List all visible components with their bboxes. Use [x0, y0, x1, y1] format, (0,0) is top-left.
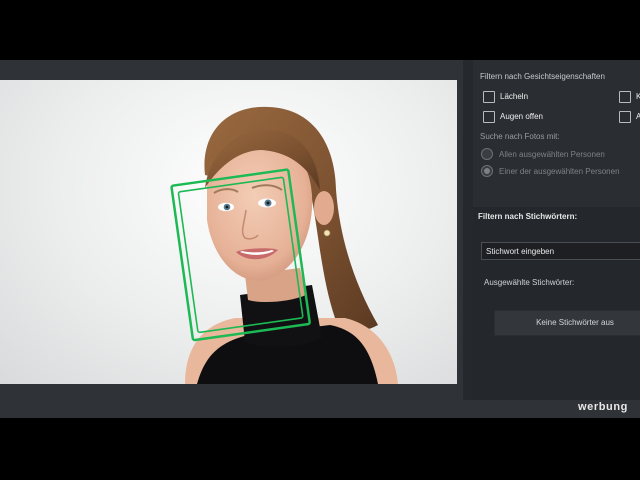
all-persons-label: Allen ausgewählten Personen	[499, 150, 605, 159]
portrait-photo	[0, 80, 457, 384]
bottom-bar	[0, 400, 640, 418]
keyword-section	[473, 207, 640, 400]
third-option-label: K	[636, 92, 640, 101]
any-person-radio[interactable]	[481, 165, 493, 177]
fourth-option-checkbox[interactable]	[619, 111, 631, 123]
any-person-label: Einer der ausgewählten Personen	[499, 167, 620, 176]
eyes-open-label: Augen offen	[500, 112, 544, 121]
search-heading: Suche nach Fotos mit:	[480, 132, 560, 141]
watermark-label: werbung	[577, 401, 628, 413]
smile-label: Lächeln	[500, 92, 529, 101]
third-option-checkbox[interactable]	[619, 91, 631, 103]
no-keywords-button[interactable]: Keine Stichwörter aus	[494, 310, 640, 336]
smile-checkbox[interactable]	[483, 91, 495, 103]
keyword-input[interactable]	[481, 242, 640, 260]
fourth-option-label: A	[636, 112, 640, 121]
selected-keywords-heading: Ausgewählte Stichwörter:	[484, 278, 575, 287]
photo-viewer	[0, 60, 466, 400]
keyword-filter-heading: Filtern nach Stichwörtern:	[478, 212, 578, 221]
filter-panel: Filtern nach Gesichtseigenschaften Läche…	[473, 60, 640, 400]
app-window: Filtern nach Gesichtseigenschaften Läche…	[0, 60, 640, 418]
eyes-open-checkbox[interactable]	[483, 111, 495, 123]
all-persons-radio[interactable]	[481, 148, 493, 160]
face-filter-heading: Filtern nach Gesichtseigenschaften	[480, 72, 605, 81]
portrait-illustration	[170, 106, 398, 384]
